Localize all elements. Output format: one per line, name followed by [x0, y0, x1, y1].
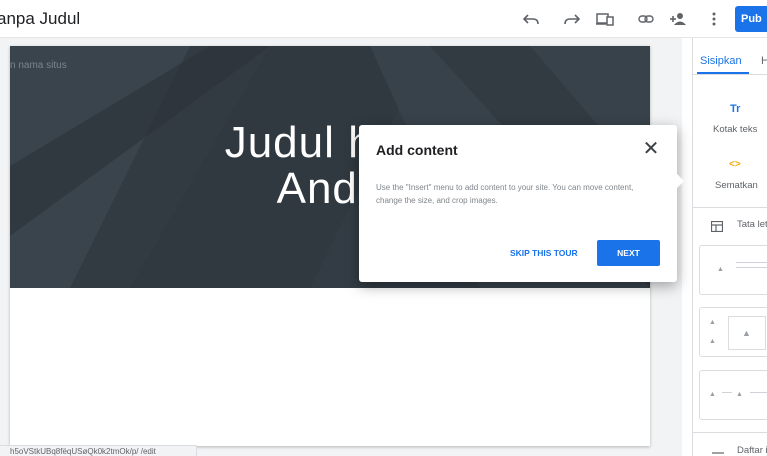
layout-option-3[interactable]: ▲ ▲ [699, 370, 767, 420]
embed-icon[interactable]: <> [729, 159, 741, 170]
sidebar-item-embed[interactable]: Sematkan [715, 180, 758, 191]
image-icon: ▲ [742, 328, 751, 338]
publish-button[interactable]: Pub [735, 6, 767, 32]
document-title[interactable]: anpa Judul [0, 9, 80, 29]
dialog-body-text: Use the "Insert" menu to add content to … [376, 183, 634, 205]
preview-devices-icon[interactable] [594, 8, 616, 30]
top-bar: anpa Judul Pub [0, 0, 767, 38]
sidebar-item-text-box[interactable]: Kotak teks [713, 124, 757, 135]
image-icon: ▲ [717, 266, 724, 273]
layouts-heading: Tata let [737, 219, 767, 230]
dialog-title: Add content [376, 142, 458, 158]
layout-option-1[interactable]: ▲ [699, 245, 767, 295]
next-button[interactable]: NEXT [597, 240, 660, 266]
layouts-icon [710, 219, 724, 237]
share-add-person-icon[interactable] [667, 8, 689, 30]
image-icon: ▲ [709, 391, 716, 398]
sidebar-item-list[interactable]: Daftar i [737, 445, 767, 456]
skip-tour-button[interactable]: SKIP THIS TOUR [510, 242, 578, 264]
divider [692, 432, 767, 433]
image-icon: ▲ [736, 391, 743, 398]
more-vert-icon[interactable] [703, 8, 725, 30]
tabs-divider [692, 74, 767, 75]
text-box-icon[interactable]: Tr [730, 103, 740, 115]
layout-option-2[interactable]: ▲ ▲ ▲ [699, 307, 767, 357]
site-name-placeholder[interactable]: n nama situs [10, 60, 67, 71]
image-icon: ▲ [709, 319, 716, 326]
tab-pages[interactable]: H [761, 55, 767, 67]
redo-icon[interactable] [561, 8, 583, 30]
link-icon[interactable] [635, 8, 657, 30]
status-bar-url: h5oVStkUBq8fëqUSøQk0k2tmOk/p/ /edit [0, 445, 197, 456]
list-icon [712, 447, 724, 456]
undo-icon[interactable] [520, 8, 542, 30]
dialog-pointer [675, 172, 684, 190]
divider [692, 207, 767, 208]
sites-editor: anpa Judul Pub n nama situs Judul Anda h… [0, 0, 767, 456]
image-icon: ▲ [709, 338, 716, 345]
tab-insert[interactable]: Sisipkan [700, 55, 742, 67]
close-icon[interactable]: ✕ [641, 139, 661, 159]
